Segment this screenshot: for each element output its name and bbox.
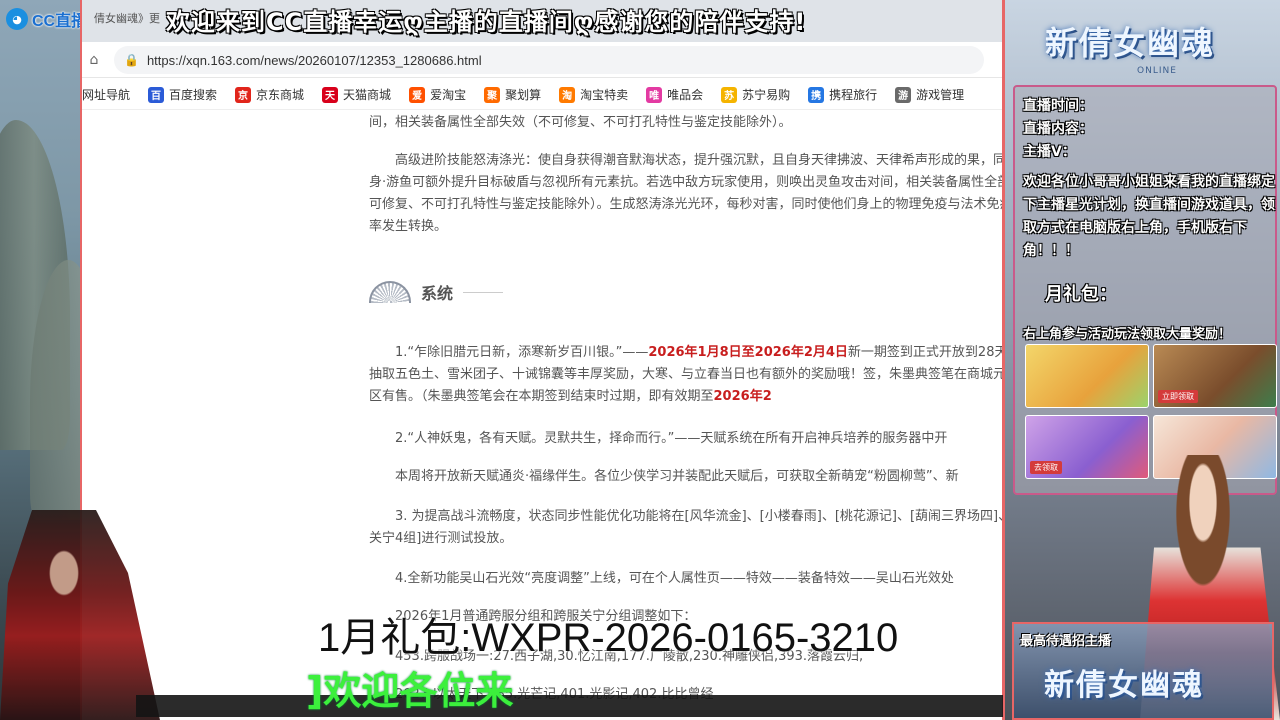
suning-icon: 苏 <box>721 86 738 103</box>
ai-taobao-icon: 爱 <box>409 86 426 103</box>
section-heading: 系统 <box>369 280 504 304</box>
bookmark-label: 游戏管理 <box>916 88 965 102</box>
recruit-card: 最高待遇招主播 新倩女幽魂 <box>1012 622 1274 720</box>
section-divider <box>463 291 504 293</box>
cc-mascot-icon: ◕ <box>6 8 28 30</box>
live-time-label: 直播时间： <box>1023 98 1093 114</box>
taobao-tm-icon: 淘 <box>559 86 576 103</box>
text-run: 1.“乍除旧腊元日新，添寒新岁百川银。”—— <box>395 345 649 360</box>
bookmark-item[interactable]: 天天猫商城 <box>322 86 391 103</box>
recruit-label: 最高待遇招主播 <box>1020 634 1112 649</box>
right-panel: 新倩女幽魂 ONLINE 直播时间： 直播内容： 主播V： 欢迎各位小哥哥小姐姐… <box>1005 0 1280 720</box>
article-paragraph: 本周将开放新天赋通炎·福缘伴生。各位少侠学习并装配此天赋后，可获取全新萌宠“粉圆… <box>395 469 959 484</box>
ctrip-icon: 携 <box>808 86 825 103</box>
bookmark-label: 京东商城 <box>256 88 305 102</box>
article-paragraph: 2.“人神妖鬼，各有天赋。灵默共生，择命而行。”——天赋系统在所有开启神兵培养的… <box>395 431 948 446</box>
bookmarks-bar: 网址导航 百百度搜索 京京东商城 天天猫商城 爱爱淘宝 聚聚划算 淘淘宝特卖 唯唯品会 苏苏宁易… <box>82 80 1002 110</box>
fan-icon <box>369 281 411 303</box>
bookmark-label: 聚划算 <box>505 88 542 102</box>
host-label: 主播V： <box>1023 144 1076 160</box>
month-gift-label: 月礼包： <box>1045 284 1117 305</box>
bookmark-label: 苏宁易购 <box>742 88 791 102</box>
cc-logo-text: CC直播 <box>32 13 88 30</box>
bookmark-item[interactable]: 京京东商城 <box>235 86 304 103</box>
section-title: 系统 <box>421 284 454 303</box>
promo-card[interactable]: 立即领取 <box>1153 344 1277 408</box>
claim-button[interactable]: 去领取 <box>1030 461 1062 474</box>
welcome-ticker: ]欢迎各位来 <box>306 669 514 713</box>
gift-code-text: 1月礼包:WXPR-2026-0165-3210 <box>318 616 899 660</box>
bookmark-label: 网址导航 <box>82 88 131 102</box>
url-input[interactable]: 🔒 https://xqn.163.com/news/20260107/1235… <box>114 46 984 74</box>
welcome-banner: 欢迎来到CC直播幸运ღ主播的直播间ღ感谢您的陪伴支持! <box>166 8 807 36</box>
home-icon[interactable]: ⌂ <box>84 50 104 70</box>
bookmark-item[interactable]: 聚聚划算 <box>484 86 541 103</box>
bookmark-item[interactable]: 淘淘宝特卖 <box>559 86 628 103</box>
bookmark-label: 爱淘宝 <box>430 88 467 102</box>
date-highlight: 2026年1月8日至2026年2月4日 <box>648 345 848 360</box>
bookmark-item[interactable]: 苏苏宁易购 <box>721 86 790 103</box>
bookmark-label: 唯品会 <box>667 88 704 102</box>
game-icon: 游 <box>895 86 912 103</box>
game-logo-bottom: 新倩女幽魂 <box>1044 668 1204 703</box>
live-content-label: 直播内容： <box>1023 121 1093 137</box>
promo-card[interactable]: 去领取 <box>1025 415 1149 479</box>
bookmark-item[interactable]: 唯唯品会 <box>646 86 703 103</box>
browser-tab[interactable]: 倩女幽魂》更 <box>94 10 160 26</box>
claim-button[interactable]: 立即领取 <box>1158 390 1198 403</box>
bookmark-item[interactable]: 爱爱淘宝 <box>409 86 466 103</box>
tmall-icon: 天 <box>322 86 339 103</box>
bookmark-label: 百度搜索 <box>169 88 218 102</box>
game-logo: 新倩女幽魂 <box>1045 24 1216 62</box>
bookmark-label: 天猫商城 <box>343 88 392 102</box>
game-logo-sub: ONLINE <box>1137 66 1177 76</box>
article-paragraph: 4.全新功能吴山石光效“亮度调整”上线，可在个人属性页——特效——装备特效——吴… <box>395 571 954 586</box>
bookmark-item[interactable]: 游游戏管理 <box>895 86 964 103</box>
bookmark-label: 淘宝特卖 <box>580 88 629 102</box>
article-paragraph: 3. 为提高战斗流畅度，状态同步性能优化功能将在[风华流金]、[小楼春雨]、[桃… <box>369 509 1002 546</box>
date-highlight: 2026年2 <box>713 389 772 404</box>
stream-info-card: 直播时间： 直播内容： 主播V： 欢迎各位小哥哥小姐姐来看我的直播绑定下主播星光… <box>1013 85 1277 495</box>
bookmark-item[interactable]: 网址导航 <box>82 86 130 103</box>
article-paragraph: 间，相关装备属性全部失效（不可修复、不可打孔特性与鉴定技能除外）。 <box>369 115 792 130</box>
promo-card[interactable] <box>1025 344 1149 408</box>
site-info-icon[interactable]: 🔒 <box>124 53 139 67</box>
paw-icon: 百 <box>148 86 165 103</box>
article-paragraph: 1.“乍除旧腊元日新，添寒新岁百川银。”——2026年1月8日至2026年2月4… <box>369 342 1002 408</box>
juhuasuan-icon: 聚 <box>484 86 501 103</box>
jd-icon: 京 <box>235 86 252 103</box>
article-paragraph: 高级进阶技能怒涛涤光：使自身获得潮音默海状态，提升强沉默，且自身天律拂波、天律希… <box>369 153 1002 234</box>
bookmark-item[interactable]: 百百度搜索 <box>148 86 217 103</box>
bookmark-item[interactable]: 携携程旅行 <box>808 86 877 103</box>
bookmark-label: 携程旅行 <box>829 88 878 102</box>
intro-text: 欢迎各位小哥哥小姐姐来看我的直播绑定下主播星光计划，换直播间游戏道具，领取方式在… <box>1023 174 1275 259</box>
url-text: https://xqn.163.com/news/20260107/12353_… <box>146 52 482 68</box>
address-bar: ⌂ 🔒 https://xqn.163.com/news/20260107/12… <box>82 42 1002 78</box>
corner-hint: 右上角参与活动玩法领取大量奖励！ <box>1023 327 1232 342</box>
vip-icon: 唯 <box>646 86 663 103</box>
